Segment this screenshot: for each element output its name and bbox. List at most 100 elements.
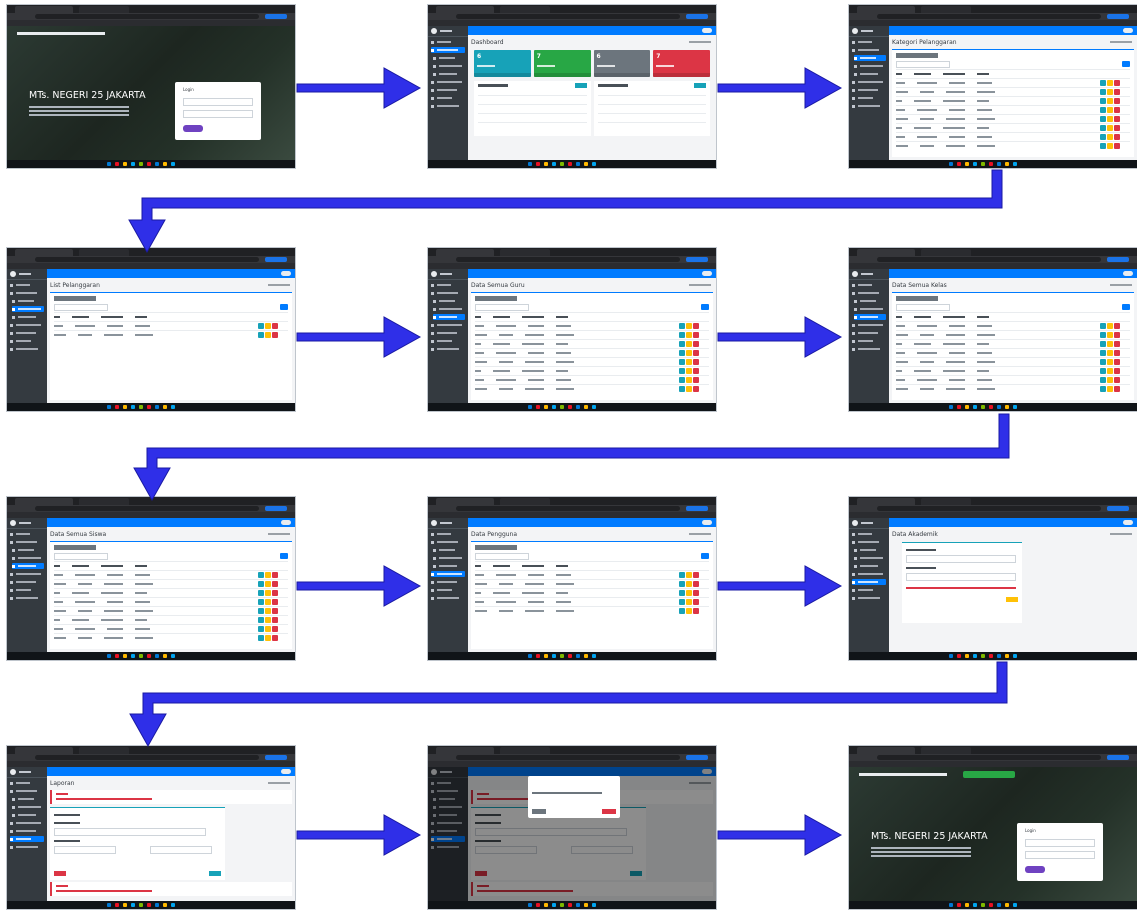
row-action-button[interactable] bbox=[679, 323, 685, 329]
taskbar-app-icon[interactable] bbox=[115, 903, 119, 907]
row-action-button[interactable] bbox=[272, 626, 278, 632]
sidebar-menu-item[interactable] bbox=[852, 539, 886, 545]
row-action-button[interactable] bbox=[265, 626, 271, 632]
row-action-button[interactable] bbox=[679, 581, 685, 587]
taskbar-app-icon[interactable] bbox=[576, 903, 580, 907]
browser-tab[interactable] bbox=[15, 6, 73, 13]
search-input[interactable] bbox=[896, 61, 950, 68]
taskbar-app-icon[interactable] bbox=[115, 654, 119, 658]
taskbar-app-icon[interactable] bbox=[568, 903, 572, 907]
sidebar-menu-item[interactable] bbox=[852, 290, 886, 296]
row-action-button[interactable] bbox=[686, 323, 692, 329]
row-action-button[interactable] bbox=[1107, 116, 1113, 122]
row-action-button[interactable] bbox=[258, 608, 264, 614]
sidebar-menu-item[interactable] bbox=[852, 330, 886, 336]
sidebar-menu-item[interactable] bbox=[852, 95, 886, 101]
add-button[interactable] bbox=[1122, 61, 1130, 67]
row-action-button[interactable] bbox=[1114, 332, 1120, 338]
taskbar-app-icon[interactable] bbox=[163, 654, 167, 658]
taskbar-app-icon[interactable] bbox=[544, 405, 548, 409]
row-action-button[interactable] bbox=[1114, 107, 1120, 113]
sidebar-menu-item[interactable] bbox=[10, 346, 44, 352]
taskbar-app-icon[interactable] bbox=[989, 903, 993, 907]
taskbar-app-icon[interactable] bbox=[107, 405, 111, 409]
row-action-button[interactable] bbox=[693, 386, 699, 392]
sidebar-menu-item[interactable] bbox=[10, 780, 44, 786]
user-avatar[interactable] bbox=[281, 520, 291, 525]
taskbar-app-icon[interactable] bbox=[528, 162, 532, 166]
taskbar-app-icon[interactable] bbox=[949, 654, 953, 658]
row-action-button[interactable] bbox=[686, 608, 692, 614]
row-action-button[interactable] bbox=[1114, 143, 1120, 149]
row-action-button[interactable] bbox=[258, 581, 264, 587]
url-field[interactable] bbox=[456, 257, 680, 262]
row-action-button[interactable] bbox=[1107, 89, 1113, 95]
row-action-button[interactable] bbox=[1100, 386, 1106, 392]
row-action-button[interactable] bbox=[693, 377, 699, 383]
sidebar-menu-item[interactable] bbox=[852, 579, 886, 585]
taskbar-app-icon[interactable] bbox=[147, 405, 151, 409]
row-action-button[interactable] bbox=[693, 332, 699, 338]
row-action-button[interactable] bbox=[1114, 350, 1120, 356]
sidebar-menu-item[interactable] bbox=[854, 555, 886, 561]
browser-tab[interactable] bbox=[436, 498, 494, 505]
row-action-button[interactable] bbox=[693, 599, 699, 605]
row-action-button[interactable] bbox=[1100, 98, 1106, 104]
row-action-button[interactable] bbox=[1114, 134, 1120, 140]
sidebar-menu-item[interactable] bbox=[852, 571, 886, 577]
row-action-button[interactable] bbox=[1107, 332, 1113, 338]
taskbar-app-icon[interactable] bbox=[957, 405, 961, 409]
row-action-button[interactable] bbox=[693, 608, 699, 614]
add-button[interactable] bbox=[280, 553, 288, 559]
user-avatar[interactable] bbox=[702, 271, 712, 276]
sidebar-menu-item[interactable] bbox=[852, 87, 886, 93]
sidebar-menu-item[interactable] bbox=[10, 579, 44, 585]
sidebar-menu-item[interactable] bbox=[12, 563, 44, 569]
row-action-button[interactable] bbox=[258, 617, 264, 623]
sidebar-menu-item[interactable] bbox=[431, 531, 465, 537]
sidebar-menu-item[interactable] bbox=[433, 55, 465, 61]
profile-button[interactable] bbox=[1107, 257, 1129, 262]
sidebar-menu-item[interactable] bbox=[10, 539, 44, 545]
username-input[interactable] bbox=[1025, 839, 1095, 847]
taskbar-app-icon[interactable] bbox=[123, 654, 127, 658]
row-action-button[interactable] bbox=[1100, 116, 1106, 122]
row-action-button[interactable] bbox=[679, 386, 685, 392]
sidebar-menu-item[interactable] bbox=[852, 282, 886, 288]
taskbar-app-icon[interactable] bbox=[171, 903, 175, 907]
row-action-button[interactable] bbox=[265, 572, 271, 578]
url-field[interactable] bbox=[35, 755, 259, 760]
row-action-button[interactable] bbox=[686, 368, 692, 374]
row-action-button[interactable] bbox=[679, 332, 685, 338]
profile-button[interactable] bbox=[686, 14, 708, 19]
sidebar-menu-item[interactable] bbox=[12, 298, 44, 304]
sidebar-menu-item[interactable] bbox=[431, 587, 465, 593]
taskbar-app-icon[interactable] bbox=[1005, 162, 1009, 166]
row-action-button[interactable] bbox=[1114, 80, 1120, 86]
row-action-button[interactable] bbox=[693, 350, 699, 356]
taskbar-app-icon[interactable] bbox=[171, 405, 175, 409]
taskbar-app-icon[interactable] bbox=[973, 405, 977, 409]
taskbar-app-icon[interactable] bbox=[592, 405, 596, 409]
sidebar-menu-item[interactable] bbox=[431, 47, 465, 53]
row-action-button[interactable] bbox=[1114, 386, 1120, 392]
sidebar-menu-item[interactable] bbox=[854, 314, 886, 320]
row-action-button[interactable] bbox=[272, 599, 278, 605]
row-action-button[interactable] bbox=[686, 341, 692, 347]
row-action-button[interactable] bbox=[1100, 323, 1106, 329]
sidebar-menu-item[interactable] bbox=[854, 563, 886, 569]
stat-footer-link[interactable] bbox=[653, 73, 710, 77]
sidebar-menu-item[interactable] bbox=[852, 531, 886, 537]
sidebar-menu-item[interactable] bbox=[10, 844, 44, 850]
row-action-button[interactable] bbox=[272, 323, 278, 329]
profile-button[interactable] bbox=[1107, 14, 1129, 19]
row-action-button[interactable] bbox=[1107, 323, 1113, 329]
taskbar-app-icon[interactable] bbox=[560, 162, 564, 166]
taskbar-app-icon[interactable] bbox=[989, 162, 993, 166]
taskbar-app-icon[interactable] bbox=[997, 903, 1001, 907]
row-action-button[interactable] bbox=[1114, 125, 1120, 131]
row-action-button[interactable] bbox=[693, 581, 699, 587]
row-action-button[interactable] bbox=[1107, 368, 1113, 374]
row-action-button[interactable] bbox=[1100, 377, 1106, 383]
date-from-input[interactable] bbox=[54, 846, 116, 854]
